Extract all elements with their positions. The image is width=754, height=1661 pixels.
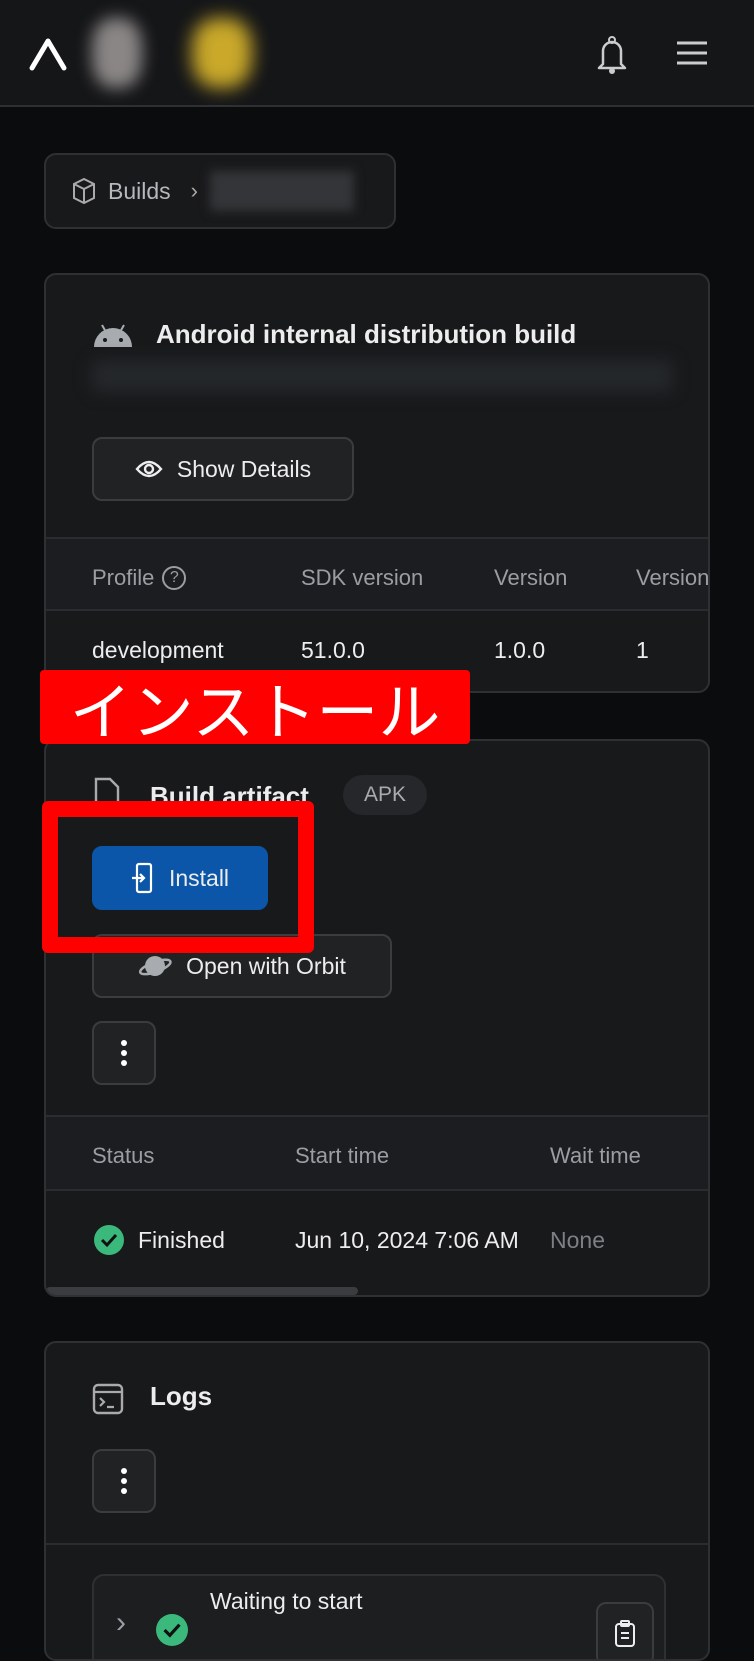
- chevron-right-icon[interactable]: ›: [116, 1606, 126, 1640]
- header-version-code: Version: [636, 565, 710, 590]
- cell-wait-time: None: [550, 1227, 605, 1253]
- show-details-label: Show Details: [176, 455, 312, 482]
- cell-version: 1.0.0: [494, 637, 546, 663]
- horizontal-scrollbar[interactable]: [46, 1287, 358, 1295]
- cell-start-time: Jun 10, 2024 7:06 AM: [295, 1227, 519, 1253]
- account-avatar[interactable]: [92, 18, 142, 88]
- build-meta-redacted: [92, 361, 672, 391]
- log-item[interactable]: › Waiting to start: [92, 1574, 666, 1659]
- apk-badge: APK: [343, 775, 427, 815]
- android-icon: [94, 324, 132, 347]
- build-title: Android internal distribution build: [156, 319, 577, 349]
- logs-card: Logs › Waiting to start: [44, 1341, 710, 1661]
- cell-sdk-version: 51.0.0: [301, 637, 365, 663]
- header-profile: Profile?: [92, 565, 187, 591]
- artifact-more-button[interactable]: [92, 1021, 156, 1085]
- show-details-button[interactable]: Show Details: [92, 437, 354, 501]
- header-status: Status: [92, 1143, 155, 1168]
- header-version: Version: [494, 565, 568, 590]
- project-avatar[interactable]: [192, 18, 252, 88]
- build-summary-card: Android internal distribution build Show…: [44, 273, 710, 693]
- copy-log-button[interactable]: [596, 1602, 654, 1659]
- eye-icon: [135, 460, 163, 478]
- header-sdk-version: SDK version: [301, 565, 424, 590]
- log-item-label: Waiting to start: [210, 1588, 363, 1614]
- cube-icon: [73, 177, 95, 205]
- orbit-label: Open with Orbit: [186, 952, 346, 979]
- bell-icon[interactable]: [594, 34, 630, 74]
- breadcrumb-build-id[interactable]: [209, 171, 354, 211]
- terminal-icon: [92, 1383, 124, 1415]
- orbit-planet-icon: [139, 956, 172, 976]
- breadcrumb-builds[interactable]: Builds: [108, 178, 171, 205]
- hamburger-icon[interactable]: [676, 40, 708, 66]
- clipboard-icon: [615, 1620, 635, 1647]
- top-nav: [0, 0, 754, 107]
- cell-version-code: 1: [636, 637, 649, 663]
- cell-profile: development: [92, 637, 224, 663]
- header-start-time: Start time: [295, 1143, 390, 1168]
- breadcrumb: Builds ›: [44, 153, 396, 229]
- header-wait-time: Wait time: [550, 1143, 641, 1168]
- logs-title: Logs: [150, 1381, 213, 1411]
- check-circle-icon: [156, 1614, 188, 1646]
- chevron-right-icon: ›: [190, 178, 198, 203]
- help-icon[interactable]: ?: [162, 566, 187, 590]
- expo-logo-icon[interactable]: [28, 36, 68, 72]
- annotation-highlight-box: [42, 801, 314, 953]
- annotation-label: インストール: [40, 670, 470, 748]
- check-circle-icon: [94, 1225, 124, 1255]
- cell-status: Finished: [94, 1225, 225, 1255]
- logs-more-button[interactable]: [92, 1449, 156, 1513]
